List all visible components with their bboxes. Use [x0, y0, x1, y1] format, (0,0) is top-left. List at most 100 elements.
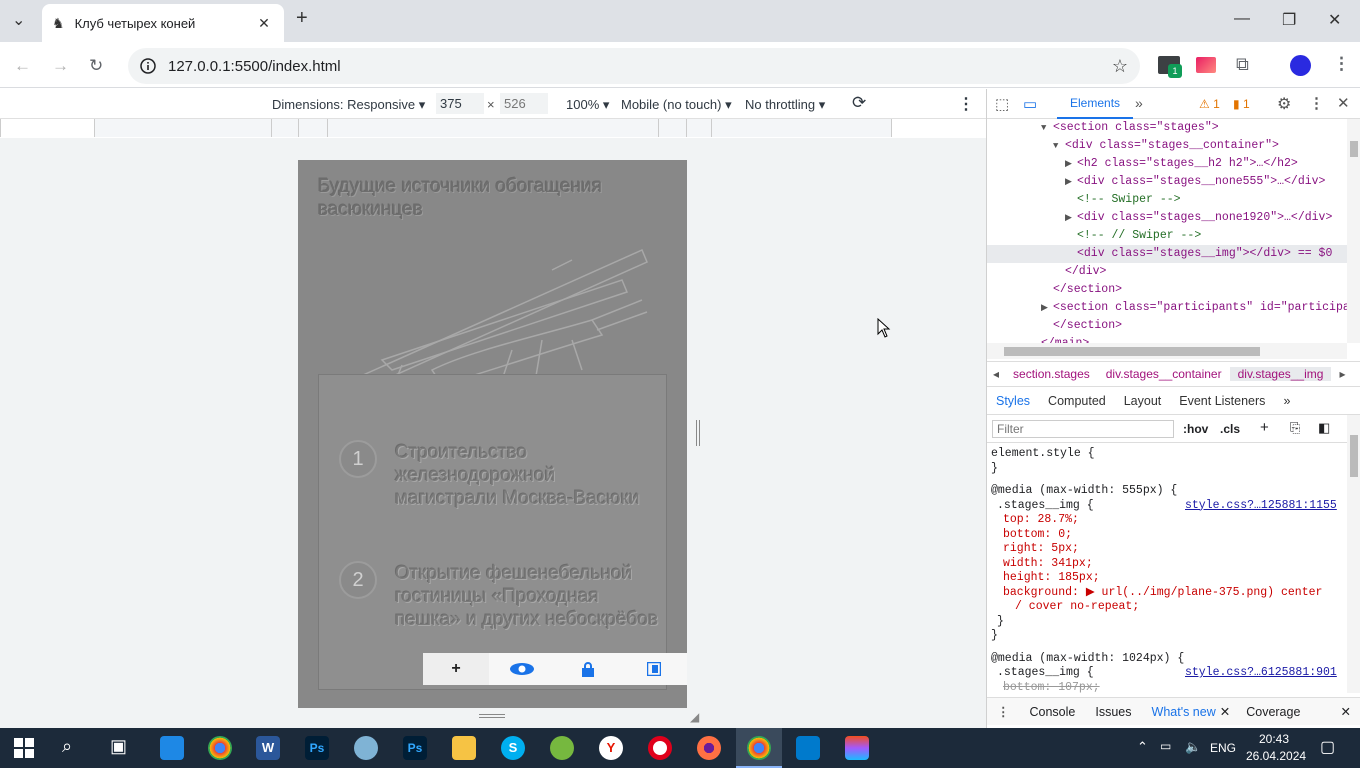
style-line[interactable]: bottom: 0;: [1003, 528, 1072, 542]
breadcrumb-left-arrow-icon[interactable]: ◂: [987, 367, 1005, 381]
expand-arrow-icon[interactable]: ▶: [1065, 173, 1077, 191]
windows-start-icon[interactable]: [14, 738, 34, 758]
tab-event-listeners[interactable]: Event Listeners: [1170, 394, 1274, 408]
close-whats-new-icon[interactable]: ✕: [1220, 704, 1236, 719]
clock-time[interactable]: 20:43: [1259, 732, 1289, 746]
ruler-segment[interactable]: [711, 119, 891, 137]
height-input[interactable]: 526: [500, 93, 548, 114]
new-rule-icon[interactable]: +: [1260, 419, 1269, 436]
ruler-segment[interactable]: [891, 119, 986, 137]
toggle-sidebar-icon[interactable]: ◧: [1318, 420, 1330, 436]
tab-layout[interactable]: Layout: [1115, 394, 1171, 408]
style-line[interactable]: @media (max-width: 1024px) {: [991, 652, 1184, 666]
reload-icon[interactable]: ↻: [89, 56, 103, 76]
drawer-tab-whats-new[interactable]: What's new: [1142, 705, 1220, 719]
dom-node-selected[interactable]: <div class="stages__img"></div> == $0: [987, 245, 1347, 263]
close-drawer-icon[interactable]: ✕: [1341, 704, 1351, 719]
issues-count[interactable]: ▮ 1: [1233, 97, 1250, 111]
drawer-tab-coverage[interactable]: Coverage: [1236, 705, 1310, 719]
ruler-segment[interactable]: [686, 119, 711, 137]
extension-grid-icon[interactable]: 1: [1158, 56, 1182, 78]
style-line[interactable]: }: [997, 615, 1004, 629]
minimize-window-button[interactable]: —: [1234, 10, 1250, 28]
zoom-dropdown[interactable]: 100% ▾: [566, 97, 609, 113]
warning-count[interactable]: ⚠ 1: [1199, 97, 1220, 111]
settings-gear-icon[interactable]: ⚙: [1277, 94, 1291, 114]
style-line[interactable]: }: [991, 462, 998, 476]
style-line[interactable]: width: 341px;: [1003, 557, 1093, 571]
expand-arrow-icon[interactable]: ▶: [1065, 209, 1077, 227]
restore-window-button[interactable]: ❐: [1282, 10, 1296, 30]
file-explorer-app-icon[interactable]: [452, 736, 476, 760]
photoshop-alt-app-icon[interactable]: Ps: [403, 736, 427, 760]
style-line[interactable]: @media (max-width: 555px) {: [991, 484, 1177, 498]
task-view-icon[interactable]: ▣: [110, 736, 127, 757]
tree-horizontal-scrollbar[interactable]: [987, 343, 1347, 359]
drawer-tab-console[interactable]: Console: [1020, 705, 1086, 719]
dom-node[interactable]: <!-- // Swiper -->: [987, 227, 1347, 245]
ruler-segment[interactable]: [298, 119, 327, 137]
notifications-icon[interactable]: ▢: [1320, 737, 1335, 757]
breadcrumb-item-selected[interactable]: div.stages__img: [1229, 367, 1332, 381]
firefox-app-icon[interactable]: [697, 736, 721, 760]
ruler-segment[interactable]: [658, 119, 686, 137]
tab-computed[interactable]: Computed: [1039, 394, 1115, 408]
chrome-active-app[interactable]: [736, 728, 782, 768]
dom-node[interactable]: </div>: [987, 263, 1347, 281]
ruler-segment[interactable]: [0, 119, 94, 137]
ruler-segment[interactable]: [271, 119, 298, 137]
address-bar[interactable]: 127.0.0.1:5500/index.html ☆: [128, 48, 1140, 84]
bookmark-star-icon[interactable]: ☆: [1112, 56, 1128, 77]
resize-handle-right[interactable]: [696, 420, 700, 446]
photoshop-app-icon[interactable]: Ps: [305, 736, 329, 760]
figma-extension-icon[interactable]: [1196, 57, 1216, 73]
more-tabs-icon[interactable]: »: [1135, 95, 1143, 111]
close-window-button[interactable]: ✕: [1328, 10, 1341, 30]
dom-node[interactable]: <!-- Swiper -->: [987, 191, 1347, 209]
drawer-menu-icon[interactable]: ⋮: [987, 704, 1020, 719]
dom-node[interactable]: ▼ <div class="stages__container">: [987, 137, 1347, 155]
expand-arrow-icon[interactable]: ▶: [1041, 299, 1053, 317]
cls-toggle[interactable]: .cls: [1220, 422, 1240, 436]
resize-handle-bottom[interactable]: [479, 714, 505, 718]
vscode-app-icon[interactable]: [796, 736, 820, 760]
style-line[interactable]: }: [991, 629, 998, 643]
expand-arrow-icon[interactable]: ▶: [1065, 155, 1077, 173]
profile-avatar[interactable]: [1290, 55, 1311, 76]
figma-app-icon[interactable]: [845, 736, 869, 760]
back-arrow-icon[interactable]: ←: [14, 56, 31, 76]
rotate-icon[interactable]: ⟳: [852, 93, 866, 113]
width-input[interactable]: 375: [436, 93, 484, 114]
breadcrumb-right-arrow-icon[interactable]: ▸: [1331, 367, 1353, 381]
forward-arrow-icon[interactable]: →: [52, 56, 69, 76]
device-more-icon[interactable]: ⋮: [958, 94, 974, 114]
devtools-menu-icon[interactable]: ⋮: [1309, 94, 1324, 112]
style-source-link[interactable]: style.css?…6125881:901: [1185, 666, 1337, 680]
style-line[interactable]: top: 28.7%;: [1003, 513, 1079, 527]
dom-node[interactable]: ▶ <div class="stages__none1920">…</div>: [987, 209, 1347, 227]
puzzle-extensions-icon[interactable]: ⧉: [1236, 54, 1249, 75]
expand-arrow-icon[interactable]: ▼: [1053, 137, 1065, 155]
tree-vertical-scrollbar[interactable]: [1347, 119, 1360, 343]
word-app-icon[interactable]: W: [256, 736, 280, 760]
ruler-segment[interactable]: [327, 119, 658, 137]
inspect-element-icon[interactable]: ⬚: [995, 95, 1009, 113]
styles-filter-input[interactable]: [992, 420, 1174, 438]
style-line[interactable]: bottom: 107px;: [1003, 681, 1100, 694]
device-mode-dropdown[interactable]: Mobile (no touch) ▾: [621, 97, 732, 113]
style-line[interactable]: element.style {: [991, 447, 1095, 461]
throttling-dropdown[interactable]: No throttling ▾: [745, 97, 825, 113]
page-viewport[interactable]: Будущие источники обогащения васюкинцев …: [298, 160, 687, 708]
search-icon[interactable]: ⌕: [62, 736, 72, 757]
lock-icon[interactable]: [555, 653, 621, 685]
ruler-segment[interactable]: [94, 119, 271, 137]
add-button[interactable]: +: [423, 653, 489, 685]
chrome-dev-app-icon[interactable]: [208, 736, 232, 760]
browser-tab[interactable]: ♞ Клуб четырех коней ✕: [42, 4, 284, 42]
yandex-app-icon[interactable]: Y: [599, 736, 623, 760]
dom-node[interactable]: ▶ <div class="stages__none555">…</div>: [987, 173, 1347, 191]
tab-styles[interactable]: Styles: [987, 394, 1039, 408]
frame-icon[interactable]: [621, 653, 687, 685]
style-line[interactable]: height: 185px;: [1003, 571, 1100, 585]
close-tab-icon[interactable]: ✕: [254, 15, 274, 32]
